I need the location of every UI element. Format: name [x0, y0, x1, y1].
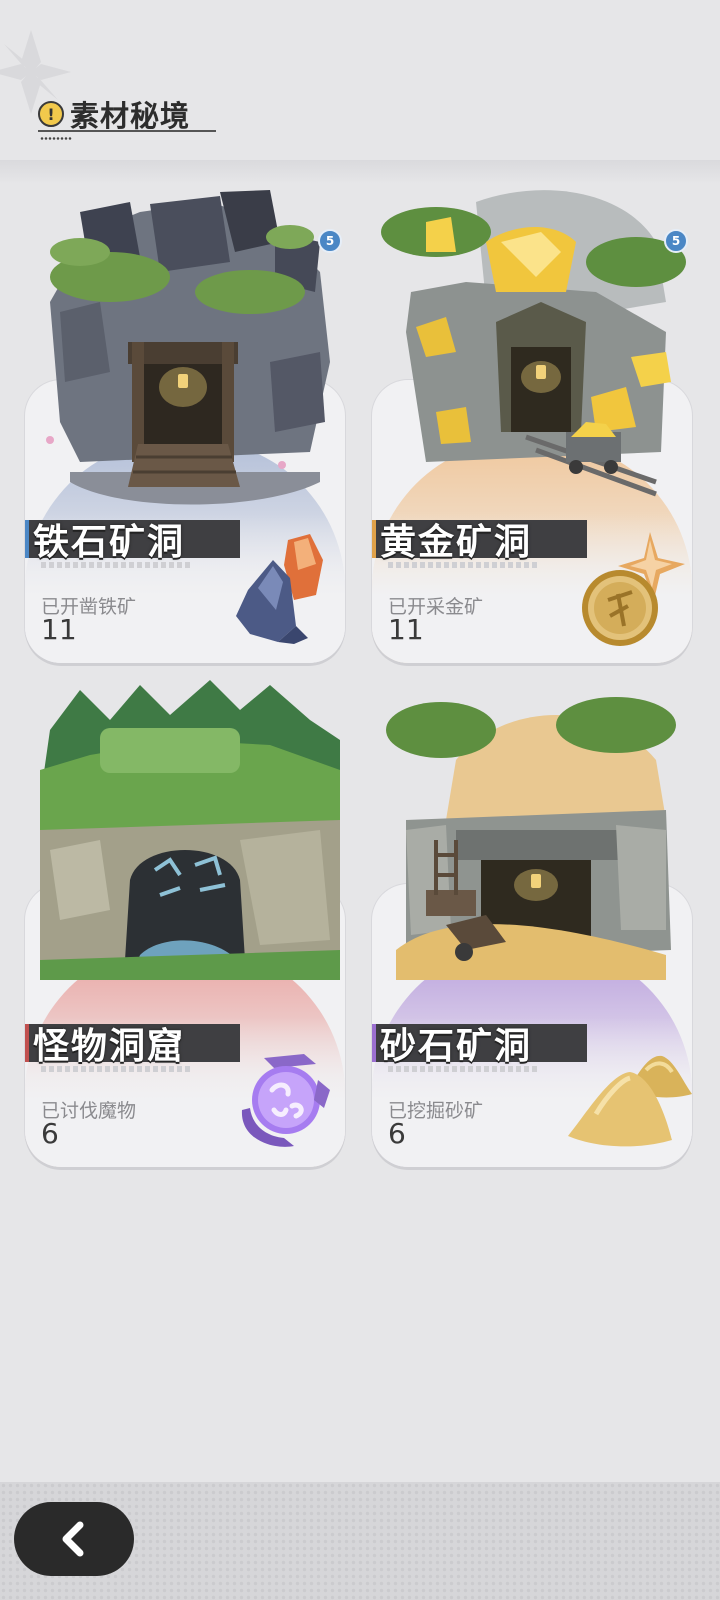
- domain-name-band: 怪物洞窟: [25, 1024, 240, 1067]
- purple-orb-icon: [241, 1054, 330, 1147]
- header-dots: [40, 137, 72, 140]
- progress-count: 11: [388, 613, 424, 646]
- gold-mine-illustration: [381, 190, 686, 497]
- header-underline: [38, 130, 216, 132]
- header-shadow-band: [0, 160, 720, 184]
- rune-decoration: [388, 1066, 538, 1072]
- chevron-left-icon: [62, 1521, 84, 1557]
- domain-name: 黄金矿洞: [380, 522, 533, 563]
- progress-count: 6: [41, 1117, 59, 1150]
- rune-decoration: [41, 562, 191, 568]
- progress-count: 11: [41, 613, 77, 646]
- back-button[interactable]: [14, 1502, 134, 1576]
- rune-decoration: [388, 562, 538, 568]
- progress-count: 6: [388, 1117, 406, 1150]
- page-title: 素材秘境: [70, 99, 191, 133]
- sand-mine-illustration: [386, 697, 676, 980]
- iron-crystal-icon: [236, 534, 323, 644]
- domain-name-band: 砂石矿洞: [372, 1024, 587, 1067]
- info-icon: !: [38, 101, 64, 127]
- rune-decoration: [41, 1066, 191, 1072]
- iron-mine-illustration: [46, 190, 330, 505]
- domain-name-band: 铁石矿洞: [25, 520, 240, 563]
- domain-name-band: 黄金矿洞: [372, 520, 587, 563]
- sand-pile-icon: [568, 1055, 692, 1147]
- count-badge: 5: [318, 229, 342, 253]
- domain-name: 怪物洞窟: [33, 1026, 186, 1067]
- monster-cave-illustration: [40, 680, 340, 980]
- count-badge: 5: [664, 229, 688, 253]
- domain-name: 铁石矿洞: [33, 522, 186, 563]
- gold-coin-icon: [582, 532, 685, 646]
- domain-name: 砂石矿洞: [380, 1026, 533, 1067]
